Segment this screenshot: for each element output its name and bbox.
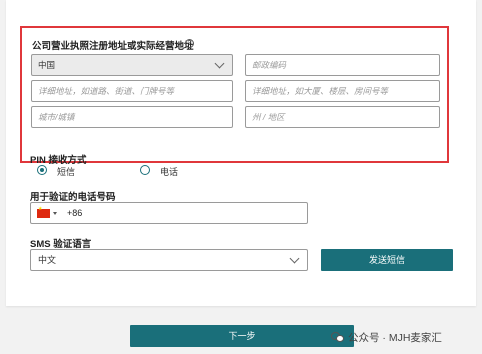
unit-address-input[interactable]: 详细地址，如大厦、楼层、房间号等 bbox=[245, 80, 440, 102]
sms-language-label: SMS 验证语言 bbox=[30, 239, 92, 250]
cn-flag-icon[interactable] bbox=[37, 206, 50, 218]
radio-phone[interactable] bbox=[140, 165, 150, 175]
chevron-down-icon bbox=[289, 253, 300, 264]
radio-sms-label: 短信 bbox=[57, 167, 76, 177]
country-select[interactable]: 中国 bbox=[31, 54, 233, 76]
next-button[interactable]: 下一步 bbox=[130, 325, 354, 347]
sms-language-value: 中文 bbox=[38, 255, 57, 265]
street-address-input[interactable]: 详细地址，如道路、街道、门牌号等 bbox=[31, 80, 233, 102]
city-input[interactable]: 城市/城镇 bbox=[31, 106, 233, 128]
radio-phone-label: 电话 bbox=[160, 167, 179, 177]
caret-down-icon[interactable] bbox=[53, 212, 57, 215]
address-label: 公司营业执照注册地址或实际经营地址 bbox=[32, 41, 194, 52]
phone-country-code: +86 bbox=[67, 208, 83, 218]
phone-label: 用于验证的电话号码 bbox=[30, 192, 116, 203]
chevron-down-icon bbox=[214, 58, 225, 69]
phone-input[interactable]: +86 bbox=[30, 202, 308, 224]
sms-language-select[interactable]: 中文 bbox=[30, 249, 308, 271]
postal-code-input[interactable]: 邮政编码 bbox=[245, 54, 440, 76]
country-value: 中国 bbox=[38, 60, 56, 70]
wechat-icon bbox=[331, 332, 345, 343]
watermark: 公众号 · MJH麦家汇 bbox=[331, 330, 442, 345]
help-icon[interactable]: ? bbox=[185, 39, 194, 48]
send-sms-button[interactable]: 发送短信 bbox=[321, 249, 453, 271]
state-input[interactable]: 州 / 地区 bbox=[245, 106, 440, 128]
watermark-text: 公众号 · MJH麦家汇 bbox=[348, 332, 442, 344]
pin-method-label: PIN 接收方式 bbox=[30, 155, 87, 166]
radio-sms[interactable] bbox=[37, 165, 47, 175]
